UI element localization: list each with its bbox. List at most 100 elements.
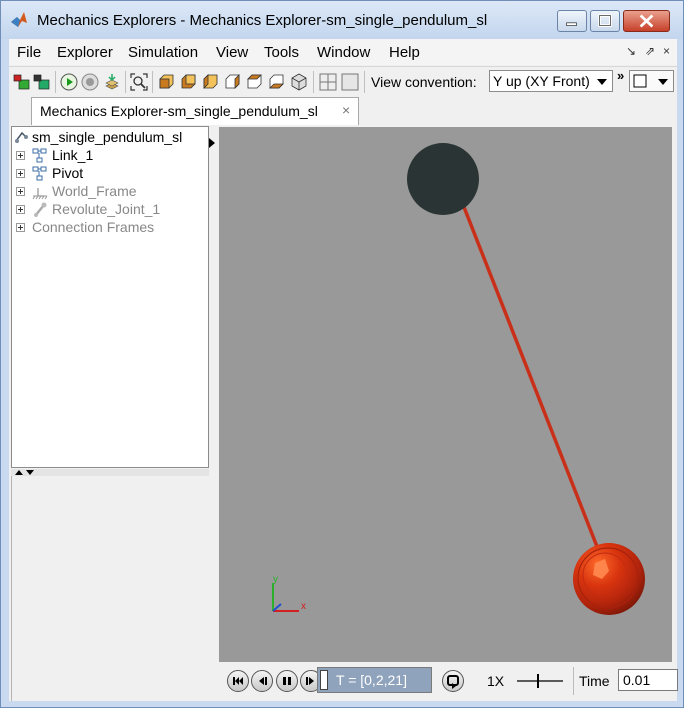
toolbar-overflow-icon[interactable]: » bbox=[617, 68, 624, 83]
close-panel-icon[interactable]: × bbox=[663, 44, 670, 58]
step-back-icon bbox=[259, 677, 267, 685]
view-convention-value: Y up (XY Front) bbox=[493, 73, 590, 89]
minimize-icon bbox=[566, 22, 577, 26]
application-window: Mechanics Explorers - Mechanics Explorer… bbox=[0, 0, 684, 708]
view-layout-select[interactable] bbox=[629, 70, 674, 92]
tree-root-label: sm_single_pendulum_sl bbox=[32, 129, 183, 145]
pendulum-link bbox=[451, 178, 607, 568]
toolbar-separator bbox=[364, 71, 365, 93]
time-input[interactable]: 0.01 bbox=[618, 669, 678, 691]
world-frame-icon bbox=[32, 188, 48, 200]
menu-window[interactable]: Window bbox=[317, 44, 370, 61]
expand-icon[interactable] bbox=[16, 205, 25, 214]
speed-slider[interactable] bbox=[515, 671, 565, 691]
save-model-icon[interactable] bbox=[33, 73, 51, 91]
view-convention-select[interactable]: Y up (XY Front) bbox=[489, 70, 613, 92]
close-button[interactable] bbox=[623, 10, 670, 32]
menu-explorer[interactable]: Explorer bbox=[57, 44, 113, 61]
jump-to-start-button[interactable] bbox=[227, 670, 249, 692]
chevron-down-icon bbox=[597, 79, 607, 85]
matlab-logo-icon bbox=[11, 12, 27, 27]
dock-icon[interactable]: ↘ bbox=[626, 44, 636, 58]
axis-x-label: x bbox=[301, 601, 306, 612]
playback-speed-label: 1X bbox=[487, 673, 505, 689]
skip-start-icon bbox=[233, 677, 243, 685]
menu-simulation[interactable]: Simulation bbox=[128, 44, 198, 61]
coordinate-axes-icon: y x bbox=[272, 574, 306, 612]
tab-label: Mechanics Explorer-sm_single_pendulum_sl bbox=[40, 103, 318, 119]
single-view-icon[interactable] bbox=[341, 73, 359, 91]
time-range-slider[interactable]: T = [0,2,21] bbox=[317, 667, 432, 693]
time-slider-thumb[interactable] bbox=[320, 670, 328, 690]
maximize-icon bbox=[598, 14, 612, 27]
stop-icon[interactable] bbox=[81, 73, 99, 91]
expand-icon[interactable] bbox=[16, 151, 25, 160]
toolbar-separator bbox=[125, 71, 126, 93]
close-tab-icon[interactable]: × bbox=[342, 102, 350, 118]
client-area: File Explorer Simulation View Tools Wind… bbox=[9, 39, 678, 701]
loop-icon bbox=[447, 675, 459, 689]
back-view-icon[interactable] bbox=[179, 73, 197, 91]
menu-help[interactable]: Help bbox=[389, 44, 420, 61]
tree-item-label: World_Frame bbox=[52, 183, 137, 199]
axis-y-label: y bbox=[273, 574, 278, 585]
pause-button[interactable] bbox=[276, 670, 298, 692]
menu-tools[interactable]: Tools bbox=[264, 44, 299, 61]
menu-bar: File Explorer Simulation View Tools Wind… bbox=[9, 39, 677, 65]
open-model-icon[interactable] bbox=[13, 73, 31, 91]
collapse-panel-icon[interactable] bbox=[209, 138, 215, 148]
time-range-text: T = [0,2,21] bbox=[336, 672, 407, 688]
toolbar-separator bbox=[313, 71, 314, 93]
pause-icon bbox=[283, 677, 291, 685]
rigid-body-icon bbox=[32, 166, 47, 181]
rigid-body-icon bbox=[32, 148, 47, 163]
undock-icon[interactable]: ⇗ bbox=[645, 44, 655, 58]
expand-icon[interactable] bbox=[16, 223, 25, 232]
top-view-icon[interactable] bbox=[245, 73, 263, 91]
model-icon bbox=[15, 131, 28, 143]
title-bar[interactable]: Mechanics Explorers - Mechanics Explorer… bbox=[1, 1, 683, 39]
menu-file[interactable]: File bbox=[17, 44, 41, 61]
pendulum-scene: y x bbox=[272, 143, 645, 615]
step-back-button[interactable] bbox=[251, 670, 273, 692]
isometric-view-icon[interactable] bbox=[290, 73, 308, 91]
playback-separator bbox=[573, 667, 574, 695]
restore-icon[interactable] bbox=[103, 73, 121, 91]
toolbar-separator bbox=[55, 71, 56, 93]
expand-icon[interactable] bbox=[16, 169, 25, 178]
window-title: Mechanics Explorers - Mechanics Explorer… bbox=[37, 12, 488, 29]
close-icon bbox=[639, 14, 654, 28]
square-view-icon bbox=[633, 74, 647, 88]
model-tree-panel: sm_single_pendulum_sl Link_1 Pivot World… bbox=[11, 126, 209, 468]
tree-item-label: Revolute_Joint_1 bbox=[52, 201, 161, 217]
playback-bar: T = [0,2,21] 1X Time 0.01 bbox=[217, 663, 678, 699]
toolbar-separator bbox=[152, 71, 153, 93]
view-convention-label: View convention: bbox=[371, 74, 477, 90]
fit-to-view-icon[interactable] bbox=[130, 73, 148, 91]
splitter-arrows-icon bbox=[15, 470, 34, 475]
pendulum-bob bbox=[573, 543, 645, 615]
front-view-icon[interactable] bbox=[157, 73, 175, 91]
time-label: Time bbox=[579, 673, 610, 689]
bottom-view-icon[interactable] bbox=[267, 73, 285, 91]
tree-item-label: Connection Frames bbox=[32, 219, 155, 235]
3d-viewport[interactable]: y x bbox=[219, 127, 672, 662]
run-icon[interactable] bbox=[60, 73, 78, 91]
toolbar: View convention: Y up (XY Front) » bbox=[9, 66, 677, 97]
left-view-icon[interactable] bbox=[201, 73, 219, 91]
right-view-icon[interactable] bbox=[223, 73, 241, 91]
menu-view[interactable]: View bbox=[216, 44, 248, 61]
properties-panel bbox=[11, 476, 210, 701]
tree-item-label: Link_1 bbox=[52, 147, 94, 163]
loop-button[interactable] bbox=[442, 670, 464, 692]
expand-icon[interactable] bbox=[16, 187, 25, 196]
tree-item-label: Pivot bbox=[52, 165, 84, 181]
tab-mechanics-explorer[interactable]: Mechanics Explorer-sm_single_pendulum_sl… bbox=[31, 97, 359, 125]
minimize-button[interactable] bbox=[557, 10, 587, 32]
split-view-icon[interactable] bbox=[319, 73, 337, 91]
tab-strip: Mechanics Explorer-sm_single_pendulum_sl… bbox=[9, 97, 677, 125]
maximize-button[interactable] bbox=[590, 10, 620, 32]
revolute-joint-icon bbox=[34, 202, 47, 217]
panel-splitter[interactable] bbox=[11, 469, 209, 476]
pivot-sphere bbox=[407, 143, 479, 215]
